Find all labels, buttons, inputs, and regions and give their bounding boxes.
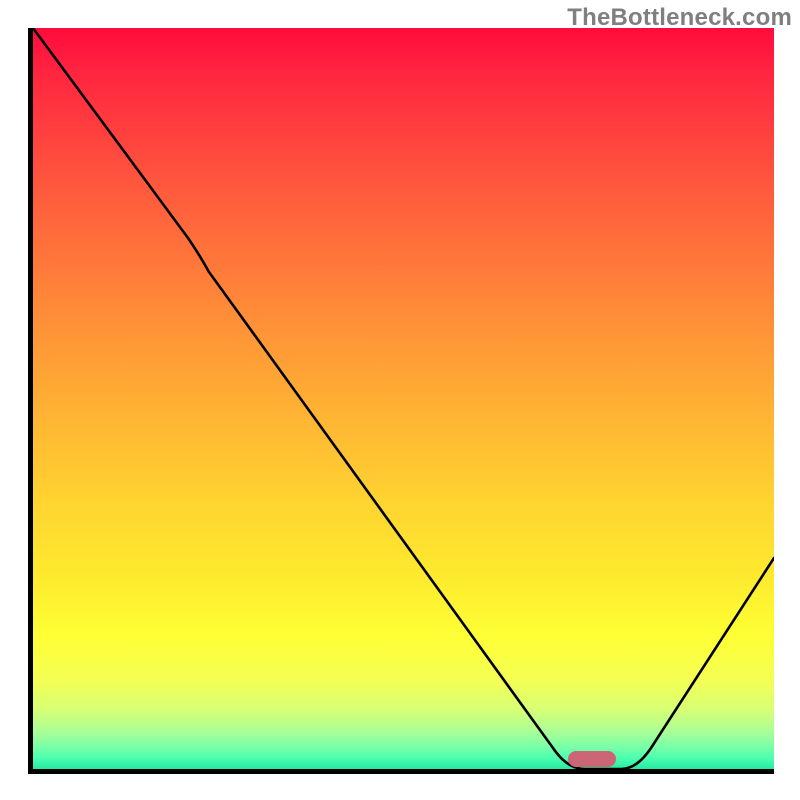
plot-area <box>28 28 774 774</box>
curve-path <box>33 28 774 769</box>
optimum-marker <box>568 751 616 767</box>
watermark-text: TheBottleneck.com <box>567 4 792 32</box>
bottleneck-curve <box>33 28 774 769</box>
chart-canvas: TheBottleneck.com <box>0 0 800 800</box>
